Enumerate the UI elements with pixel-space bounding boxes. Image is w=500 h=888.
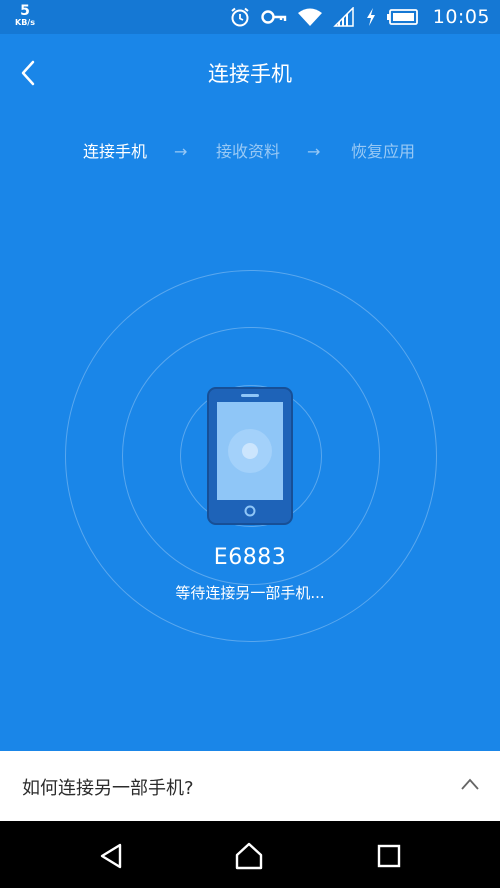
alarm-icon <box>231 7 249 27</box>
device-code: E6883 <box>213 545 287 570</box>
network-speed-value: 5 <box>20 3 30 19</box>
connection-status: 等待连接另一部手机... <box>175 584 325 602</box>
progress-steps: 连接手机 → 接收资料 → 恢复应用 <box>0 140 500 164</box>
wifi-icon <box>297 8 322 26</box>
status-bar: 5 KB/s 10:05 <box>0 0 500 34</box>
help-connect-label: 如何连接另一部手机? <box>22 778 194 799</box>
step-arrow: → <box>174 142 188 161</box>
phone-icon <box>207 387 293 525</box>
screen: 5 KB/s 10:05 连接手机 连接手机 → 接收资料 → 恢复应用 E68… <box>0 0 500 888</box>
nav-back-button[interactable] <box>96 841 126 871</box>
home-icon <box>235 842 263 870</box>
network-speed-unit: KB/s <box>15 18 35 27</box>
title-bar: 连接手机 <box>0 34 500 112</box>
step-restore-apps: 恢复应用 <box>351 142 416 161</box>
help-connect-panel[interactable]: 如何连接另一部手机? <box>0 751 500 821</box>
battery-icon <box>386 9 418 25</box>
page-title: 连接手机 <box>208 62 292 86</box>
network-speed: 5 KB/s <box>12 4 38 27</box>
nav-recents-button[interactable] <box>374 841 404 871</box>
step-arrow: → <box>307 142 321 161</box>
nav-home-button[interactable] <box>234 841 264 871</box>
recents-icon <box>377 844 401 868</box>
signal-icon <box>332 7 354 27</box>
step-connect-phone: 连接手机 <box>83 142 148 161</box>
navigation-bar <box>0 821 500 888</box>
step-receive-data: 接收资料 <box>216 142 281 161</box>
key-icon <box>261 10 286 24</box>
charging-icon <box>366 8 375 26</box>
clock: 10:05 <box>432 6 490 28</box>
back-triangle-icon <box>100 843 122 869</box>
status-icons: 10:05 <box>229 5 490 29</box>
radar-animation <box>0 240 500 670</box>
chevron-up-icon[interactable] <box>460 777 480 791</box>
